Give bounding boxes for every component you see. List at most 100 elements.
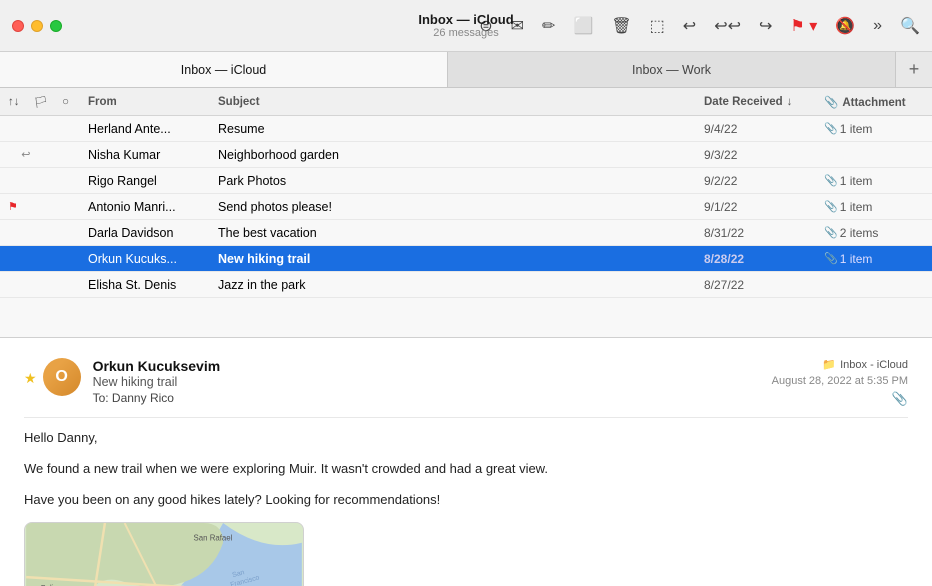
- col-from-header[interactable]: From: [88, 96, 218, 108]
- row-from: Nisha Kumar: [88, 148, 218, 162]
- add-tab-button[interactable]: +: [896, 52, 932, 87]
- traffic-lights: [12, 20, 62, 32]
- col-subject-header[interactable]: Subject: [218, 96, 704, 108]
- row-attach: 📎 2 items: [824, 226, 924, 240]
- row-from: Herland Ante...: [88, 122, 218, 136]
- table-row[interactable]: Elisha St. DenisJazz in the park8/27/22: [0, 272, 932, 298]
- maximize-button[interactable]: [50, 20, 62, 32]
- row-from: Darla Davidson: [88, 226, 218, 240]
- row-flags: [8, 121, 88, 136]
- col-attach-header: 📎Attachment: [824, 95, 924, 109]
- row-date: 8/31/22: [704, 226, 824, 240]
- row-subject: New hiking trail: [218, 252, 704, 266]
- attachment-icon: 📎: [824, 200, 838, 213]
- attachment-icon: 📎: [824, 252, 838, 265]
- read-col-icon[interactable]: ○: [62, 96, 69, 108]
- attachment-count: 1 item: [840, 200, 873, 214]
- col-date-header[interactable]: Date Received ↓: [704, 96, 824, 108]
- body-line-2: We found a new trail when we were explor…: [24, 459, 908, 480]
- attachment-icon: 📎: [824, 122, 838, 135]
- table-row[interactable]: Herland Ante...Resume9/4/22📎 1 item: [0, 116, 932, 142]
- row-attach: 📎 1 item: [824, 200, 924, 214]
- row-from: Antonio Manri...: [88, 200, 218, 214]
- new-message-icon[interactable]: ✏: [542, 16, 555, 36]
- row-date: 9/2/22: [704, 174, 824, 188]
- row-date: 9/1/22: [704, 200, 824, 214]
- row-from: Elisha St. Denis: [88, 278, 218, 292]
- detail-meta: 📁 Inbox - iCloud August 28, 2022 at 5:35…: [772, 358, 908, 407]
- sender-name: Orkun Kucuksevim: [93, 358, 772, 374]
- notifications-icon[interactable]: 🔕: [835, 16, 855, 36]
- table-row[interactable]: Darla DavidsonThe best vacation8/31/22📎 …: [0, 220, 932, 246]
- toolbar: ⊜ ✉ ✏ ⬜ 🗑 ⬚ ↩ ↩↩ ↪ ⚑ ▾ 🔕 » 🔍: [479, 16, 920, 36]
- detail-attach-icon: 📎: [892, 391, 908, 407]
- row-date: 8/28/22: [704, 252, 824, 266]
- close-button[interactable]: [12, 20, 24, 32]
- row-date: 8/27/22: [704, 278, 824, 292]
- reply-all-icon[interactable]: ↩↩: [714, 16, 741, 36]
- detail-body: Hello Danny, We found a new trail when w…: [24, 428, 908, 586]
- search-icon[interactable]: 🔍: [900, 16, 920, 36]
- titlebar: Inbox — iCloud 26 messages ⊜ ✉ ✏ ⬜ 🗑 ⬚ ↩…: [0, 0, 932, 52]
- detail-to: To: Danny Rico: [93, 391, 772, 405]
- attachment-count: 2 items: [840, 226, 879, 240]
- move-icon[interactable]: ⬚: [650, 16, 665, 36]
- row-from: Rigo Rangel: [88, 174, 218, 188]
- email-detail-pane: ★ O Orkun Kucuksevim New hiking trail To…: [0, 338, 932, 586]
- tab-icloud[interactable]: Inbox — iCloud: [0, 52, 448, 87]
- trash-icon[interactable]: 🗑: [611, 16, 631, 36]
- table-row[interactable]: ↩Nisha KumarNeighborhood garden9/3/22: [0, 142, 932, 168]
- header-divider: [24, 417, 908, 418]
- window-title: Inbox — iCloud: [418, 12, 513, 27]
- more-icon[interactable]: »: [873, 17, 882, 35]
- list-header: ↑↓ 🏳 ○ From Subject Date Received ↓ 📎Att…: [0, 88, 932, 116]
- avatar: O: [43, 358, 81, 396]
- map-preview[interactable]: ★ Muir Woods San Rafael Bolinas Mill V..…: [24, 522, 304, 586]
- row-flags: [8, 225, 88, 240]
- attachment-count: 1 item: [840, 122, 873, 136]
- row-flags: [8, 173, 88, 188]
- email-rows: Herland Ante...Resume9/4/22📎 1 item ↩ Nis…: [0, 116, 932, 298]
- row-date: 9/3/22: [704, 148, 824, 162]
- window-title-group: Inbox — iCloud 26 messages: [418, 12, 513, 39]
- sender-info: Orkun Kucuksevim New hiking trail To: Da…: [93, 358, 772, 405]
- attachment-icon: 📎: [824, 226, 838, 239]
- flag-indicator: ⚑: [8, 200, 18, 213]
- main-container: ↑↓ 🏳 ○ From Subject Date Received ↓ 📎Att…: [0, 88, 932, 586]
- row-attach: 📎 1 item: [824, 122, 924, 136]
- flag-col-icon[interactable]: 🏳: [34, 95, 49, 109]
- row-flags: [8, 277, 88, 292]
- row-flags: ⚑: [8, 200, 88, 213]
- tab-work[interactable]: Inbox — Work: [448, 52, 896, 87]
- body-line-3: Have you been on any good hikes lately? …: [24, 490, 908, 511]
- table-row[interactable]: ⚑ Antonio Manri...Send photos please!9/1/…: [0, 194, 932, 220]
- row-subject: The best vacation: [218, 226, 704, 240]
- row-from: Orkun Kucuks...: [88, 252, 218, 266]
- col-flags-header[interactable]: ↑↓ 🏳 ○: [8, 95, 88, 109]
- row-subject: Jazz in the park: [218, 278, 704, 292]
- replied-indicator: ↩: [21, 148, 30, 161]
- table-row[interactable]: Orkun Kucuks...New hiking trail8/28/22📎 …: [0, 246, 932, 272]
- detail-subject: New hiking trail: [93, 375, 772, 389]
- minimize-button[interactable]: [31, 20, 43, 32]
- date-sort-icon[interactable]: ↓: [787, 96, 793, 108]
- reply-icon[interactable]: ↩: [683, 16, 696, 36]
- sort-icon[interactable]: ↑↓: [8, 96, 20, 108]
- flag-icon[interactable]: ⚑ ▾: [790, 16, 817, 36]
- email-list[interactable]: ↑↓ 🏳 ○ From Subject Date Received ↓ 📎Att…: [0, 88, 932, 338]
- tabbar: Inbox — iCloud Inbox — Work +: [0, 52, 932, 88]
- row-subject: Send photos please!: [218, 200, 704, 214]
- attachment-count: 1 item: [840, 174, 873, 188]
- svg-text:San Rafael: San Rafael: [194, 534, 233, 543]
- row-subject: Resume: [218, 122, 704, 136]
- archive-icon[interactable]: ⬜: [573, 16, 593, 36]
- detail-date: August 28, 2022 at 5:35 PM: [772, 375, 908, 387]
- attachment-icon: 📎: [824, 174, 838, 187]
- detail-header: ★ O Orkun Kucuksevim New hiking trail To…: [24, 358, 908, 407]
- inbox-badge: 📁 Inbox - iCloud: [822, 358, 908, 371]
- table-row[interactable]: Rigo RangelPark Photos9/2/22📎 1 item: [0, 168, 932, 194]
- row-subject: Park Photos: [218, 174, 704, 188]
- forward-icon[interactable]: ↪: [759, 16, 772, 36]
- star-icon[interactable]: ★: [24, 370, 37, 387]
- row-attach: 📎 1 item: [824, 252, 924, 266]
